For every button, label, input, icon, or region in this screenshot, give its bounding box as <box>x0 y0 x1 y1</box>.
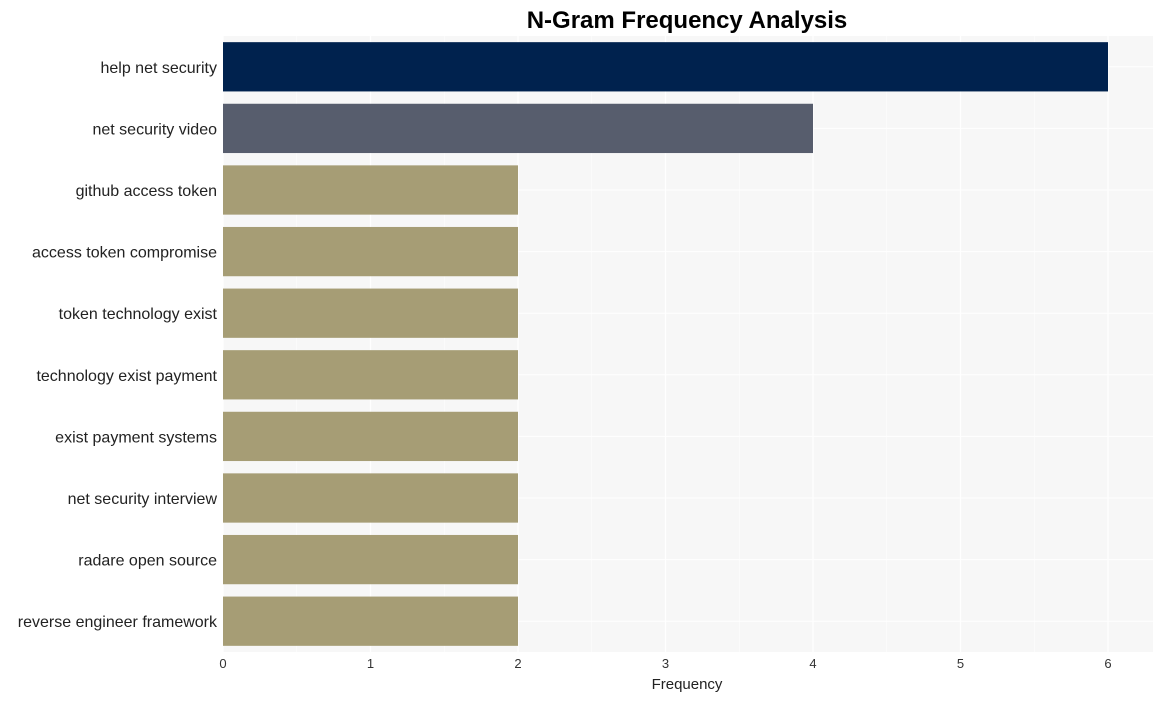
x-tick-label: 4 <box>809 656 816 671</box>
category-label: net security interview <box>68 491 218 508</box>
category-label: exist payment systems <box>55 429 217 446</box>
category-labels: help net security net security video githu… <box>18 60 218 631</box>
bar-access-token-compromise <box>223 226 518 277</box>
x-tick-label: 2 <box>514 656 521 671</box>
category-label: technology exist payment <box>36 368 217 385</box>
bar-net-security-video <box>223 103 813 154</box>
x-tick-label: 1 <box>367 656 374 671</box>
category-label: help net security <box>100 60 217 77</box>
bar-technology-exist-payment <box>223 350 518 400</box>
x-tick-label: 0 <box>219 656 226 671</box>
x-axis-label: Frequency <box>652 676 723 693</box>
x-tick-label: 3 <box>662 656 669 671</box>
chart-title: N-Gram Frequency Analysis <box>527 7 848 34</box>
category-label: github access token <box>76 183 217 200</box>
bar-exist-payment-systems <box>223 411 518 462</box>
bar-token-technology-exist <box>223 288 518 338</box>
x-tick-label: 6 <box>1104 656 1111 671</box>
x-tick-label: 5 <box>957 656 964 671</box>
category-label: net security video <box>92 121 217 138</box>
chart: N-Gram Frequency Analysis help net secur… <box>18 7 1153 693</box>
bar-reverse-engineer-framework <box>223 596 518 646</box>
bar-radare-open-source <box>223 534 518 585</box>
category-label: access token compromise <box>32 245 217 262</box>
category-label: token technology exist <box>59 306 218 323</box>
category-label: reverse engineer framework <box>18 614 218 631</box>
bar-net-security-interview <box>223 473 518 523</box>
x-axis-ticks: 0 1 2 3 4 5 6 <box>219 656 1111 671</box>
bar-github-access-token <box>223 165 518 215</box>
category-label: radare open source <box>78 553 217 570</box>
bar-help-net-security <box>223 42 1108 92</box>
